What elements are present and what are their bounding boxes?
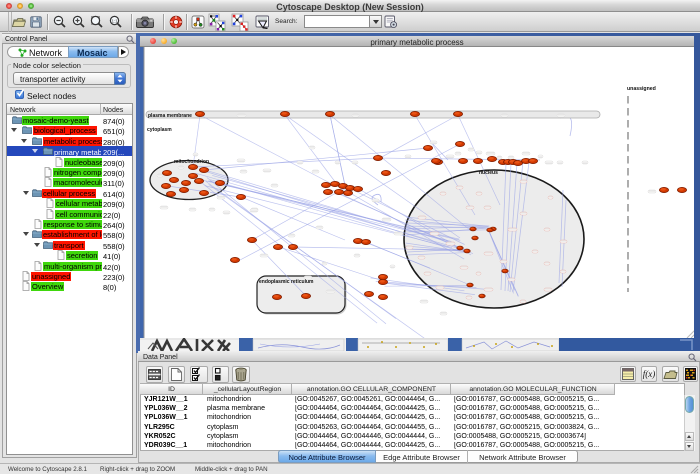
svg-text:cytoplasm: cytoplasm <box>147 127 172 133</box>
svg-text:endoplasmic reticulum: endoplasmic reticulum <box>259 279 314 285</box>
svg-text:unassigned: unassigned <box>627 86 656 92</box>
svg-text:nucleus: nucleus <box>479 170 498 176</box>
svg-text:plasma membrane: plasma membrane <box>148 113 192 119</box>
svg-text:1:1: 1:1 <box>112 18 118 23</box>
svg-text:f(x): f(x) <box>643 369 656 379</box>
